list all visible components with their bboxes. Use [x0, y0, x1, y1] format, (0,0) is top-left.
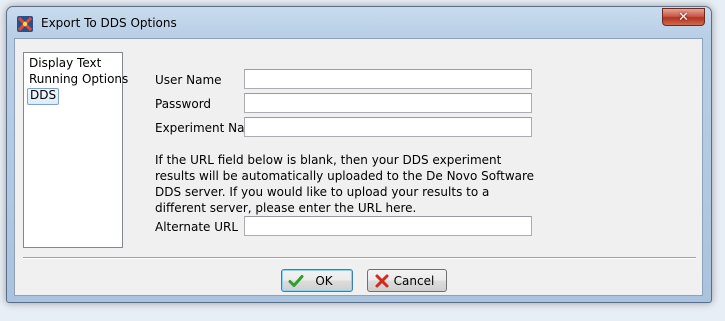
url-info-text: If the URL field below is blank, then yo… — [155, 153, 535, 215]
divider — [23, 257, 696, 259]
close-button[interactable]: ✕ — [662, 8, 705, 26]
experiment-name-field[interactable] — [244, 117, 532, 137]
ok-button[interactable]: OK — [281, 269, 353, 292]
alternate-url-field[interactable] — [244, 216, 532, 236]
window-title: Export To DDS Options — [41, 16, 177, 30]
cancel-button[interactable]: Cancel — [367, 269, 447, 292]
cancel-label: Cancel — [393, 273, 435, 288]
dialog-window: Export To DDS Options ✕ Display Text Run… — [6, 6, 712, 303]
checkmark-icon — [288, 274, 304, 287]
close-icon: ✕ — [678, 9, 689, 25]
tree-item-display-text[interactable]: Display Text — [27, 56, 103, 71]
user-name-label: User Name — [155, 73, 222, 87]
alternate-url-label: Alternate URL — [155, 220, 239, 234]
app-logo-icon — [17, 16, 33, 32]
tree-item-dds[interactable]: DDS — [27, 88, 60, 105]
password-label: Password — [155, 97, 212, 111]
options-tree[interactable]: Display Text Running Options DDS — [23, 52, 128, 248]
x-mark-icon — [375, 274, 389, 287]
title-bar[interactable]: Export To DDS Options ✕ — [7, 7, 711, 37]
user-name-field[interactable] — [244, 69, 532, 89]
tree-item-running-options[interactable]: Running Options — [27, 72, 130, 87]
dialog-body: Display Text Running Options DDS User Na… — [14, 38, 703, 296]
password-field[interactable] — [244, 93, 532, 113]
ok-label: OK — [315, 273, 333, 288]
